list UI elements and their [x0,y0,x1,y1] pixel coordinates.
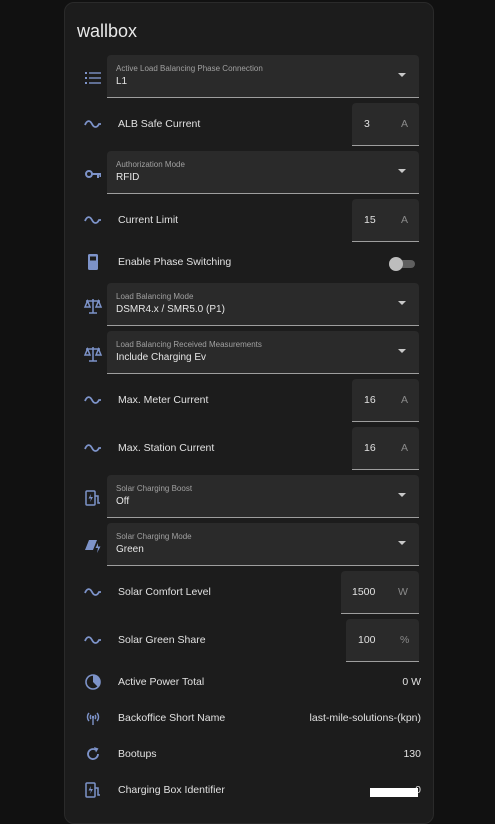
solar-mode-select[interactable]: Solar Charging Mode Green [107,523,419,566]
phase-switching-toggle[interactable] [389,257,417,271]
backoffice-name-label: Backoffice Short Name [118,712,226,724]
max-meter-current-label: Max. Meter Current [118,394,209,406]
redaction-box [370,788,418,797]
alb-phase-value: L1 [116,76,128,87]
sine-wave-icon [83,630,103,650]
active-power-value: 0 W [402,676,421,688]
alb-safe-current-unit: A [401,118,409,130]
backoffice-name-value: last-mile-solutions-(kpn) [309,712,421,724]
power-gauge-icon [83,672,103,692]
alb-safe-current-label: ALB Safe Current [118,118,201,130]
authorization-mode-label: Authorization Mode [116,160,185,169]
max-station-current-input[interactable]: 16 A [352,427,419,470]
toggle-knob [389,257,403,271]
ev-station-icon [83,252,103,272]
solar-mode-label: Solar Charging Mode [116,532,192,541]
current-limit-input[interactable]: 15 A [352,199,419,242]
solar-green-share-input[interactable]: 100 % [346,619,419,662]
phase-switching-label: Enable Phase Switching [118,256,232,268]
lb-received-measurements-select[interactable]: Load Balancing Received Measurements Inc… [107,331,419,374]
solar-comfort-label: Solar Comfort Level [118,586,211,598]
load-balancing-mode-value: DSMR4.x / SMR5.0 (P1) [116,304,225,315]
restart-icon [83,744,103,764]
alb-safe-current-value: 3 [364,118,370,130]
chevron-down-icon[interactable] [398,541,406,545]
max-station-current-value: 16 [364,442,376,454]
bootups-label: Bootups [118,748,157,760]
scale-balance-icon [83,296,103,316]
max-station-current-label: Max. Station Current [118,442,215,454]
active-power-label: Active Power Total [118,676,205,688]
current-limit-unit: A [401,214,409,226]
solar-power-icon [83,536,103,556]
sine-wave-icon [83,210,103,230]
solar-boost-value: Off [116,496,130,507]
solar-mode-value: Green [116,544,144,555]
current-limit-label: Current Limit [118,214,179,226]
chevron-down-icon[interactable] [398,301,406,305]
authorization-mode-value: RFID [116,172,140,183]
sine-wave-icon [83,390,103,410]
sine-wave-icon [83,582,103,602]
sine-wave-icon [83,114,103,134]
solar-green-share-value: 100 [358,634,376,646]
key-icon [83,164,103,184]
sine-wave-icon [83,438,103,458]
wallbox-card: wallbox Active Load Balancing Phase Conn… [64,2,434,824]
solar-boost-label: Solar Charging Boost [116,484,193,493]
solar-comfort-unit: W [398,586,408,598]
solar-green-share-label: Solar Green Share [118,634,206,646]
format-list-icon [83,68,103,88]
chevron-down-icon[interactable] [398,493,406,497]
broadcast-antenna-icon [83,708,103,728]
max-meter-current-input[interactable]: 16 A [352,379,419,422]
chevron-down-icon[interactable] [398,349,406,353]
max-meter-current-value: 16 [364,394,376,406]
load-balancing-mode-select[interactable]: Load Balancing Mode DSMR4.x / SMR5.0 (P1… [107,283,419,326]
box-identifier-label: Charging Box Identifier [118,784,225,796]
ev-plug-charge-icon [83,780,103,800]
card-title: wallbox [77,21,138,41]
chevron-down-icon[interactable] [398,169,406,173]
solar-comfort-input[interactable]: 1500 W [341,571,419,614]
lb-received-measurements-label: Load Balancing Received Measurements [116,340,262,349]
current-limit-value: 15 [364,214,376,226]
alb-phase-select[interactable]: Active Load Balancing Phase Connection L… [107,55,419,98]
scale-balance-icon [83,344,103,364]
ev-plug-charge-icon [83,488,103,508]
alb-phase-label: Active Load Balancing Phase Connection [116,64,263,73]
max-meter-current-unit: A [401,394,409,406]
solar-comfort-value: 1500 [352,586,376,598]
load-balancing-mode-label: Load Balancing Mode [116,292,194,301]
chevron-down-icon[interactable] [398,73,406,77]
authorization-mode-select[interactable]: Authorization Mode RFID [107,151,419,194]
alb-safe-current-input[interactable]: 3 A [352,103,419,146]
max-station-current-unit: A [401,442,409,454]
solar-boost-select[interactable]: Solar Charging Boost Off [107,475,419,518]
lb-received-measurements-value: Include Charging Ev [116,352,207,363]
solar-green-share-unit: % [400,634,410,646]
bootups-value: 130 [403,748,421,760]
